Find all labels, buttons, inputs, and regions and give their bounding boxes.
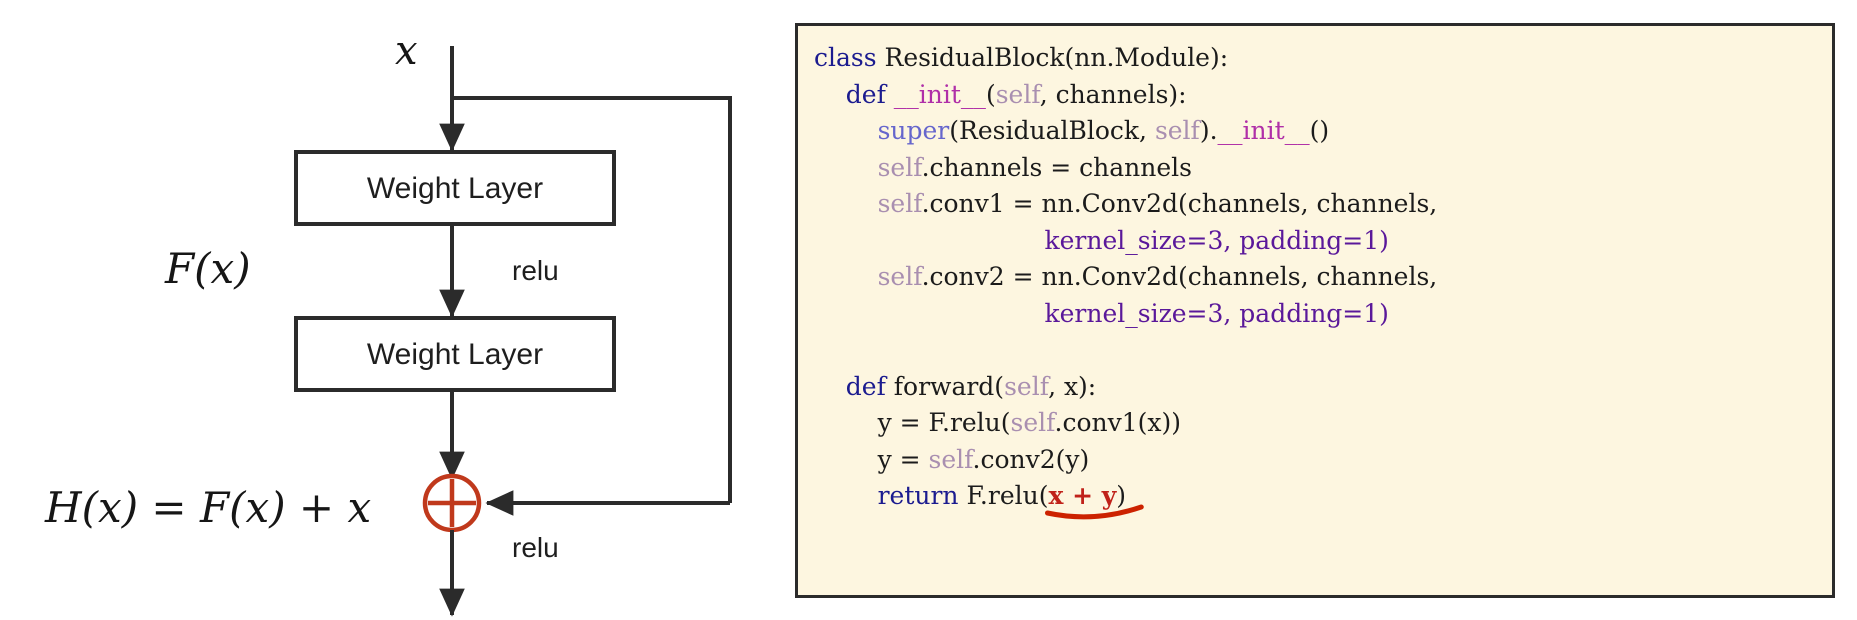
code-token: forward( <box>893 371 1005 401</box>
code-token: self <box>877 262 922 291</box>
input-label-x: x <box>395 28 418 74</box>
line-channels: self.channels = channels <box>814 150 1832 187</box>
line-conv2-args: kernel_size=3, padding=1) <box>814 296 1832 333</box>
code-token: , channels): <box>1039 79 1187 109</box>
function-label-fx: F(x) <box>165 244 251 293</box>
code-token: self <box>928 444 973 474</box>
code-token: super <box>877 116 950 145</box>
code-token: (ResidualBlock, <box>949 116 1155 145</box>
relu-label-middle: relu <box>512 255 559 286</box>
output-equation-label: H(x) = F(x) + x <box>45 483 372 532</box>
code-token: self <box>877 189 922 218</box>
line-forward-def: def forward(self, x): <box>814 369 1832 406</box>
code-token: self <box>1010 408 1055 437</box>
relu-label-output: relu <box>512 532 559 563</box>
code-token: ). <box>1199 116 1218 145</box>
line-y2: y = self.conv2(y) <box>814 442 1832 479</box>
code-token: __init__ <box>1217 116 1310 145</box>
weight-layer-label-1: Weight Layer <box>366 172 544 205</box>
line-conv1-args: kernel_size=3, padding=1) <box>814 223 1832 260</box>
line-init-def: def __init__(self, channels): <box>814 77 1832 114</box>
code-token: __init__ <box>893 79 986 109</box>
code-token: y = <box>814 444 929 474</box>
code-token: kernel_size=3, padding=1) <box>1044 225 1389 255</box>
line-blank <box>814 332 1832 369</box>
code-token: kernel_size=3, padding=1) <box>1044 298 1389 328</box>
code-token: self <box>1154 116 1200 145</box>
code-token: self <box>1004 371 1049 401</box>
code-token: ( <box>985 79 996 109</box>
code-token: .conv1 = nn.Conv2d(channels, channels, <box>921 189 1438 218</box>
code-token: F.relu( <box>966 481 1049 510</box>
line-super: super(ResidualBlock, self).__init__() <box>814 113 1832 150</box>
code-lines-container: class ResidualBlock(nn.Module): def __in… <box>798 26 1832 515</box>
code-token: def <box>845 79 894 109</box>
highlighted-expression: x + y <box>1048 481 1117 510</box>
code-snippet-panel: class ResidualBlock(nn.Module): def __in… <box>795 23 1835 598</box>
line-y1: y = F.relu(self.conv1(x)) <box>814 405 1832 442</box>
code-token: def <box>845 371 894 401</box>
code-token: ) <box>1116 481 1127 510</box>
code-token: return <box>877 481 967 510</box>
code-token: .conv1(x)) <box>1054 408 1182 437</box>
code-token: self <box>877 152 922 182</box>
residual-block-diagram: x Weight Layer Weight Layer F(x) relu H(… <box>0 0 775 620</box>
code-token: class <box>814 43 885 72</box>
line-conv2: self.conv2 = nn.Conv2d(channels, channel… <box>814 259 1832 296</box>
screenshot-root: x Weight Layer Weight Layer F(x) relu H(… <box>0 0 1857 620</box>
line-class: class ResidualBlock(nn.Module): <box>814 40 1832 77</box>
line-conv1: self.conv1 = nn.Conv2d(channels, channel… <box>814 186 1832 223</box>
code-token: ResidualBlock(nn.Module): <box>884 43 1229 72</box>
code-token: () <box>1309 116 1330 145</box>
code-token: , x): <box>1048 371 1097 401</box>
code-token: .channels = channels <box>921 152 1193 182</box>
weight-layer-label-2: Weight Layer <box>366 338 544 371</box>
code-token: .conv2(y) <box>972 444 1090 474</box>
code-token: y = F.relu( <box>814 408 1011 437</box>
code-token: .conv2 = nn.Conv2d(channels, channels, <box>921 262 1438 291</box>
code-token: self <box>995 79 1040 109</box>
line-return: return F.relu(x + y) <box>814 478 1832 515</box>
